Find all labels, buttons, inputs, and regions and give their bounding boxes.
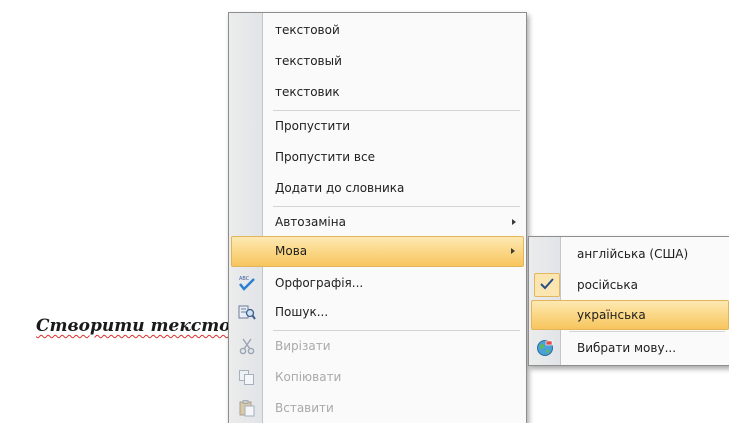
suggestion-item-1[interactable]: текстовой [231, 15, 524, 45]
choose-language-item[interactable]: Вибрати мову... [531, 333, 729, 363]
spelling-label: Орфографія... [275, 276, 364, 290]
suggestion-item-2[interactable]: текстовый [231, 46, 524, 76]
scissors-icon [238, 337, 256, 355]
spelling-check-icon: ABC [238, 274, 256, 292]
submenu-arrow-icon [511, 248, 515, 254]
cut-item: Вирізати [231, 331, 524, 361]
ignore-all-item[interactable]: Пропустити все [231, 142, 524, 172]
language-option-label: російська [577, 278, 638, 292]
paste-icon [238, 399, 256, 417]
lookup-item[interactable]: Пошук... [231, 297, 524, 327]
svg-text:ABC: ABC [239, 276, 250, 282]
ignore-item[interactable]: Пропустити [231, 111, 524, 141]
autocorrect-label: Автозаміна [275, 215, 346, 229]
lookup-label: Пошук... [275, 305, 329, 319]
add-to-dictionary-label: Додати до словника [275, 181, 405, 195]
autocorrect-item[interactable]: Автозаміна [231, 207, 524, 237]
globe-icon [536, 339, 554, 357]
copy-icon [238, 368, 256, 386]
language-option-label: англійська (США) [577, 247, 689, 261]
paste-item: Вставити [231, 393, 524, 423]
suggestion-item-3[interactable]: текстовик [231, 77, 524, 107]
context-menu: текстовой текстовый текстовик Пропустити… [228, 12, 527, 423]
research-icon [238, 303, 256, 321]
suggestion-label: текстовик [275, 85, 340, 99]
ignore-all-label: Пропустити все [275, 150, 375, 164]
language-option-english-us[interactable]: англійська (США) [531, 239, 729, 269]
language-item[interactable]: Мова [231, 236, 524, 267]
paste-label: Вставити [275, 401, 334, 415]
cut-label: Вирізати [275, 339, 331, 353]
suggestion-label: текстовый [275, 54, 342, 68]
copy-item: Копіювати [231, 362, 524, 392]
document-text[interactable]: Створити тексто [36, 316, 231, 336]
spelling-item[interactable]: ABC Орфографія... [231, 268, 524, 298]
language-label: Мова [275, 244, 308, 258]
copy-label: Копіювати [275, 370, 342, 384]
ignore-label: Пропустити [275, 119, 351, 133]
language-option-russian[interactable]: російська [531, 270, 729, 300]
suggestion-label: текстовой [275, 23, 340, 37]
choose-language-label: Вибрати мову... [577, 341, 677, 355]
language-option-ukrainian[interactable]: українська [531, 300, 729, 330]
language-option-label: українська [577, 308, 646, 322]
add-to-dictionary-item[interactable]: Додати до словника [231, 173, 524, 203]
submenu-arrow-icon [512, 219, 516, 225]
checkmark-icon [534, 273, 560, 297]
language-submenu: англійська (США) російська українська Ви… [528, 236, 729, 366]
menu-separator [569, 331, 725, 332]
